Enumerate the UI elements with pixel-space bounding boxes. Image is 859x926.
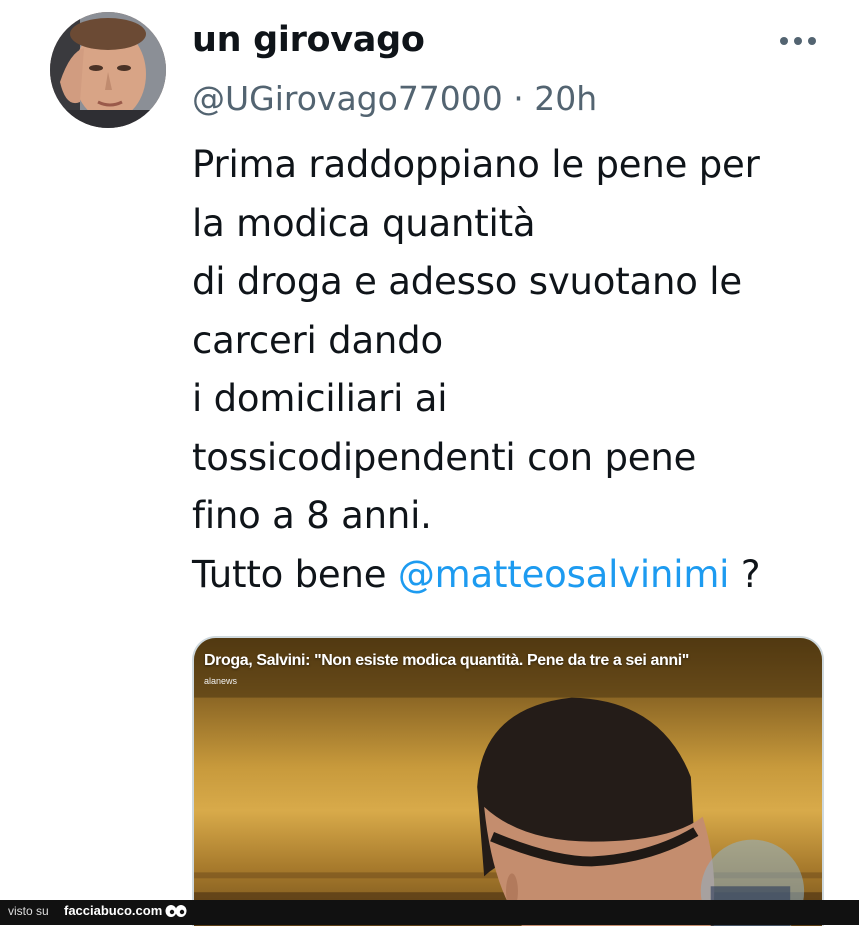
tweet-text-line: carceri dando — [192, 318, 443, 362]
footer-site-link[interactable]: facciabuco.com — [64, 903, 162, 918]
tweet-text-line: i domiciliari ai — [192, 377, 448, 420]
footer-bar: visto su facciabuco.com — [0, 900, 859, 925]
media-video-card[interactable]: Droga, Salvini: "Non esiste modica quant… — [192, 636, 824, 926]
tweet-text-suffix: ? — [729, 552, 761, 596]
more-dot — [808, 37, 816, 45]
tweet-text: Prima raddoppiano le pene per la modica … — [192, 136, 832, 604]
more-horizontal-icon[interactable] — [770, 28, 826, 54]
more-dot — [794, 37, 802, 45]
tweet-text-prefix: Tutto bene — [192, 552, 398, 596]
avatar-photo — [50, 12, 166, 128]
video-frame — [194, 638, 822, 926]
avatar[interactable] — [50, 12, 166, 128]
tweet-text-line: Prima raddoppiano le pene per — [192, 143, 760, 186]
tweet-text-line: la modica quantità — [192, 201, 536, 245]
user-handle[interactable]: @UGirovago77000 — [192, 79, 503, 118]
tweet-text-line: di droga e adesso svuotano le — [192, 260, 742, 303]
video-source: alanews — [204, 676, 238, 686]
display-name[interactable]: un girovago — [192, 16, 425, 64]
timestamp[interactable]: 20h — [534, 79, 597, 118]
separator-dot: · — [513, 79, 524, 118]
footer-visto-label: visto su — [8, 904, 49, 918]
mention-link[interactable]: @matteosalvinimi — [398, 553, 730, 596]
handle-line: @UGirovago77000 · 20h — [192, 76, 597, 122]
tweet-text-line: tossicodipendenti con pene — [192, 435, 697, 479]
video-title: Droga, Salvini: "Non esiste modica quant… — [204, 652, 689, 669]
tweet-text-last-line: Tutto bene @matteosalvinimi ? — [192, 546, 832, 605]
facciabuco-eyes-icon — [165, 905, 187, 917]
tweet-text-line: fino a 8 anni. — [192, 494, 432, 537]
more-dot — [780, 37, 788, 45]
